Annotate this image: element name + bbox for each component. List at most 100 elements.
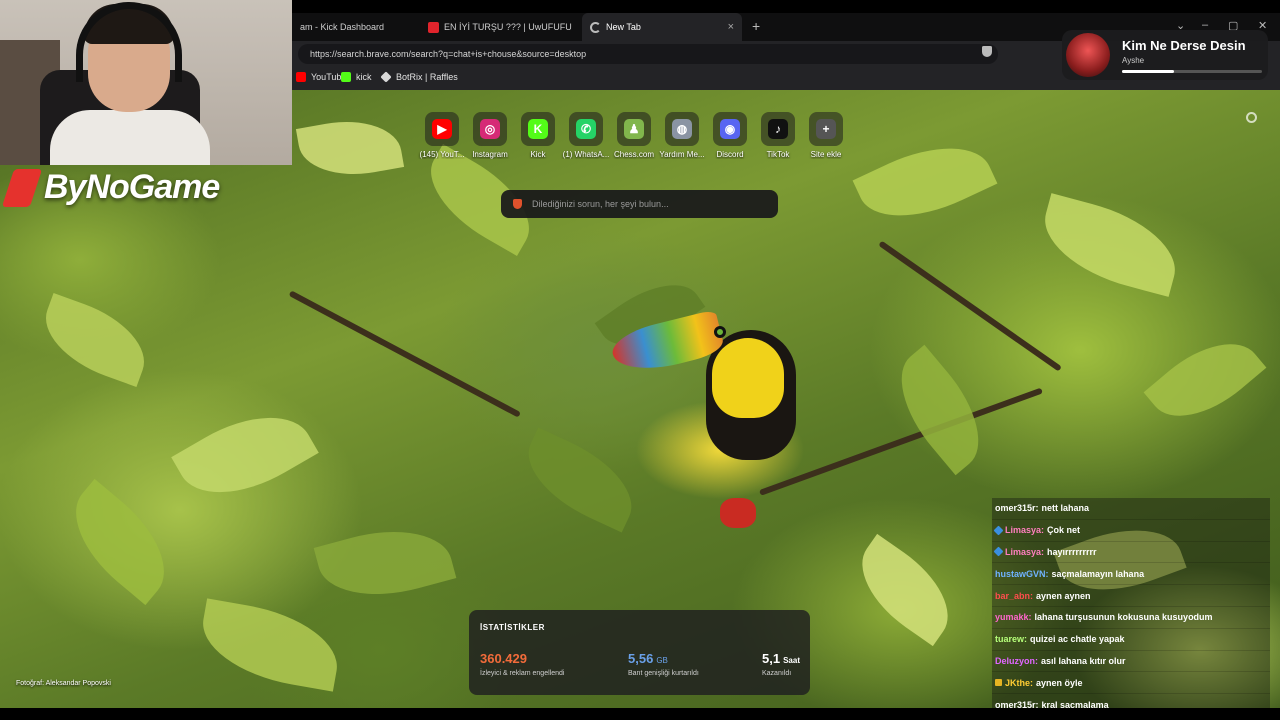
- crown-badge-icon: [995, 679, 1002, 687]
- logo-mark-icon: [1, 168, 43, 207]
- tab-kick-dashboard[interactable]: am - Kick Dashboard: [292, 13, 418, 41]
- shortcut-tile: ♪: [761, 112, 795, 146]
- chat-username[interactable]: tuarew:: [995, 634, 1027, 644]
- chat-username[interactable]: omer315r:: [995, 700, 1039, 708]
- bookmark-botrix[interactable]: BotRix | Raffles: [380, 71, 458, 83]
- tab-label: New Tab: [606, 22, 641, 32]
- chat-username[interactable]: JKthe:: [1005, 678, 1033, 688]
- chat-username[interactable]: Deluzyon:: [995, 656, 1038, 666]
- logo-text: ByNoGame: [44, 168, 220, 206]
- shortcut-youtube[interactable]: ▶ (145) YouT...: [420, 112, 464, 159]
- chat-username[interactable]: bar_abn:: [995, 591, 1033, 601]
- tab-label: am - Kick Dashboard: [300, 22, 385, 32]
- stat-value: 360.429: [480, 651, 527, 666]
- shortcut-tiktok[interactable]: ♪ TikTok: [758, 112, 798, 159]
- chat-text: hayırrrrrrrrr: [1047, 546, 1097, 557]
- shortcut-kick[interactable]: K Kick: [518, 112, 558, 159]
- branch: [878, 240, 1062, 372]
- chat-message: Deluzyon: asıl lahana kıtır olur: [992, 650, 1270, 673]
- kick-icon: [341, 72, 351, 82]
- photo-credit[interactable]: Fotoğraf: Aleksandar Popovski: [16, 680, 111, 687]
- track-title: Kim Ne Derse Desin: [1122, 38, 1246, 53]
- globe-icon: ◍: [672, 119, 692, 139]
- leaf: [1033, 193, 1187, 297]
- shortcut-discord[interactable]: ◉ Discord: [710, 112, 750, 159]
- track-artist: Ayshe: [1122, 56, 1145, 65]
- stat-label: Kazanıldı: [762, 670, 792, 677]
- new-tab-button[interactable]: +: [752, 18, 760, 34]
- chat-text: kral saçmalama: [1041, 699, 1109, 708]
- chat-overlay: omer315r: nett lahana Limasya: Çok net Limas…: [992, 498, 1270, 708]
- chess-icon: ♟: [624, 119, 644, 139]
- bynogame-logo: ByNoGame: [1, 168, 220, 207]
- bookmark-kick[interactable]: kick: [341, 72, 372, 82]
- botrix-icon: [380, 71, 392, 83]
- chat-text: asıl lahana kıtır olur: [1041, 655, 1126, 666]
- tab-uwufufu[interactable]: EN İYİ TURŞU ??? | UwUFUFU: [420, 13, 580, 41]
- chat-text: lahana turşusunun kokusuna kusuyodum: [1034, 612, 1213, 623]
- tab-label: EN İYİ TURŞU ??? | UwUFUFU: [444, 22, 572, 32]
- shortcut-label: Kick: [530, 150, 546, 159]
- chat-username[interactable]: hustawGVN:: [995, 569, 1049, 579]
- chat-message: omer315r: kral saçmalama: [992, 694, 1270, 708]
- chat-username[interactable]: yumakk:: [995, 612, 1032, 622]
- chat-username[interactable]: Limasya:: [1005, 525, 1044, 535]
- chat-username[interactable]: omer315r:: [995, 503, 1039, 513]
- chat-text: aynen öyle: [1036, 677, 1083, 688]
- moderator-badge-icon: [993, 525, 1004, 536]
- url-field[interactable]: https://search.brave.com/search?q=chat+i…: [298, 44, 998, 64]
- webcam-feed: [0, 0, 292, 165]
- branch: [288, 290, 521, 418]
- brave-search-icon: [513, 199, 522, 209]
- chat-message: Limasya: Çok net: [992, 519, 1270, 542]
- album-cover: [1066, 33, 1110, 77]
- chat-text: saçmalamayın lahana: [1051, 568, 1145, 579]
- branch: [758, 387, 1043, 496]
- instagram-icon: ◎: [480, 119, 500, 139]
- stat-value: 5,1: [762, 651, 781, 666]
- bookmark-youtube[interactable]: YouTube: [296, 72, 346, 82]
- bottom-strip: [0, 708, 1280, 720]
- url-text: https://search.brave.com/search?q=chat+i…: [310, 49, 587, 59]
- stat-label: Bant genişliği kurtarıldı: [628, 670, 699, 677]
- whatsapp-icon: ✆: [576, 119, 596, 139]
- uwufufu-icon: [428, 21, 439, 33]
- shortcut-label: (145) YouT...: [419, 150, 465, 159]
- chat-message: tuarew: quizei ac chatle yapak: [992, 628, 1270, 651]
- shortcut-globe[interactable]: ◍ Yardım Me...: [659, 112, 705, 159]
- now-playing-widget: Kim Ne Derse Desin Ayshe: [1062, 30, 1268, 80]
- shortcut-label: TikTok: [766, 150, 790, 159]
- discord-icon: ◉: [720, 119, 740, 139]
- chat-message: omer315r: nett lahana: [992, 498, 1270, 520]
- shortcut-tile: +: [809, 112, 843, 146]
- shortcut-whatsapp[interactable]: ✆ (1) WhatsA...: [563, 112, 609, 159]
- shortcut-chess[interactable]: ♟ Chess.com: [614, 112, 654, 159]
- search-input[interactable]: Dilediğinizi sorun, her şeyi bulun...: [501, 190, 778, 218]
- shortcut-add[interactable]: + Site ekle: [806, 112, 846, 159]
- chat-username[interactable]: Limasya:: [1005, 547, 1044, 557]
- moderator-badge-icon: [993, 547, 1004, 557]
- shortcut-tile: ♟: [617, 112, 651, 146]
- chat-message: hustawGVN: saçmalamayın lahana: [992, 563, 1270, 586]
- kick-icon: K: [528, 119, 548, 139]
- chat-message: yumakk: lahana turşusunun kokusuna kusuyo…: [992, 606, 1270, 629]
- stat-unit: Saat: [783, 656, 800, 665]
- tab-new-tab[interactable]: New Tab ×: [582, 13, 742, 41]
- chat-text: Çok net: [1047, 525, 1081, 536]
- leaf: [33, 292, 157, 388]
- bookmark-label: BotRix | Raffles: [396, 72, 458, 82]
- chat-text: nett lahana: [1041, 503, 1090, 514]
- shortcut-tile: ◍: [665, 112, 699, 146]
- gear-icon[interactable]: [1246, 112, 1257, 123]
- stat-time: 5,1 Saat Kazanıldı: [762, 650, 800, 677]
- stats-title: İSTATİSTİKLER: [480, 623, 545, 632]
- shortcut-instagram[interactable]: ◎ Instagram: [470, 112, 510, 159]
- shortcut-tile: K: [521, 112, 555, 146]
- screen: am - Kick Dashboard EN İYİ TURŞU ??? | U…: [0, 0, 1280, 720]
- leaf: [842, 533, 968, 647]
- chat-text: aynen aynen: [1036, 590, 1091, 601]
- close-tab-icon[interactable]: ×: [728, 21, 734, 33]
- brave-shield-icon[interactable]: [982, 46, 992, 57]
- shortcut-label: Site ekle: [810, 150, 842, 159]
- stat-trackers: 360.429 İzleyici & reklam engellendi: [480, 650, 564, 677]
